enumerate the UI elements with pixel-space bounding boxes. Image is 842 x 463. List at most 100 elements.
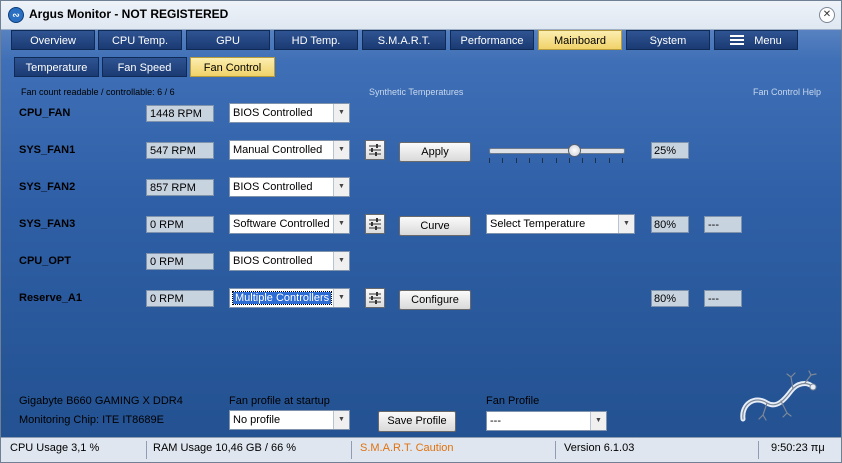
status-separator — [758, 441, 759, 459]
tab-mainboard[interactable]: Mainboard — [538, 30, 622, 50]
save-profile-button[interactable]: Save Profile — [378, 411, 456, 432]
app-icon: ∾ — [8, 7, 24, 23]
slider-tick — [622, 158, 623, 163]
fan-mode-select[interactable]: BIOS Controlled ▼ — [229, 251, 350, 271]
status-separator — [555, 441, 556, 459]
fan-name: SYS_FAN3 — [19, 218, 76, 230]
status-bar: CPU Usage 3,1 % RAM Usage 10,46 GB / 66 … — [1, 437, 841, 462]
clock: 9:50:23 πμ — [771, 442, 825, 454]
slider-tick — [609, 158, 610, 163]
chevron-down-icon: ▼ — [333, 141, 349, 159]
slider-tick — [529, 158, 530, 163]
fan-mode-value: Software Controlled — [233, 218, 330, 230]
curve-button[interactable]: Curve — [399, 216, 471, 236]
chevron-down-icon: ▼ — [590, 412, 606, 430]
subtab-temperature[interactable]: Temperature — [14, 57, 99, 77]
startup-profile-value: No profile — [233, 414, 281, 426]
tab-overview[interactable]: Overview — [11, 30, 95, 50]
fan-mode-value: Manual Controlled — [233, 144, 323, 156]
chevron-down-icon: ▼ — [333, 252, 349, 270]
tab-gpu[interactable]: GPU — [186, 30, 270, 50]
tab-smart[interactable]: S.M.A.R.T. — [362, 30, 446, 50]
slider-tick — [542, 158, 543, 163]
startup-profile-label: Fan profile at startup — [229, 395, 330, 407]
gecko-logo — [740, 370, 817, 422]
fan-extra-value: --- — [704, 290, 742, 307]
fan-rpm: 1448 RPM — [146, 105, 214, 122]
tab-hd-temp[interactable]: HD Temp. — [274, 30, 358, 50]
version-label: Version 6.1.03 — [564, 442, 635, 454]
board-name: Gigabyte B660 GAMING X DDR4 — [19, 395, 183, 407]
fan-name: CPU_OPT — [19, 255, 71, 267]
fan-rpm: 857 RPM — [146, 179, 214, 196]
fan-settings-button[interactable] — [365, 288, 385, 308]
fan-mode-select[interactable]: BIOS Controlled ▼ — [229, 177, 350, 197]
slider-tick — [556, 158, 557, 163]
sliders-icon — [369, 292, 381, 304]
startup-profile-select[interactable]: No profile ▼ — [229, 410, 350, 430]
slider-ticks — [489, 158, 624, 163]
fan-count-label: Fan count readable / controllable: 6 / 6 — [21, 87, 175, 97]
ram-usage: RAM Usage 10,46 GB / 66 % — [153, 442, 297, 454]
app-window: ∾ Argus Monitor - NOT REGISTERED ✕ Overv… — [0, 0, 842, 463]
fan-mode-value: BIOS Controlled — [233, 107, 313, 119]
temperature-source-select[interactable]: Select Temperature ▼ — [486, 214, 635, 234]
close-icon: ✕ — [822, 9, 832, 20]
status-separator — [146, 441, 147, 459]
subtab-fan-speed[interactable]: Fan Speed — [102, 57, 187, 77]
window-title: Argus Monitor - NOT REGISTERED — [29, 7, 229, 21]
fan-rpm: 0 RPM — [146, 290, 214, 307]
fan-name: CPU_FAN — [19, 107, 71, 119]
fan-profile-select[interactable]: --- ▼ — [486, 411, 607, 431]
menu-icon — [730, 35, 745, 45]
subtab-fan-control[interactable]: Fan Control — [190, 57, 275, 77]
slider-tick — [489, 158, 490, 163]
fan-mode-select[interactable]: Manual Controlled ▼ — [229, 140, 350, 160]
smart-status[interactable]: S.M.A.R.T. Caution — [360, 442, 454, 454]
fan-percent: 80% — [651, 216, 689, 233]
sliders-icon — [369, 218, 381, 230]
chevron-down-icon: ▼ — [333, 104, 349, 122]
fan-profile-label: Fan Profile — [486, 395, 540, 407]
fan-name: Reserve_A1 — [19, 292, 82, 304]
fan-name: SYS_FAN1 — [19, 144, 76, 156]
slider-tick — [502, 158, 503, 163]
close-button[interactable]: ✕ — [819, 7, 835, 23]
fan-mode-select[interactable]: BIOS Controlled ▼ — [229, 103, 350, 123]
cpu-usage: CPU Usage 3,1 % — [10, 442, 100, 454]
fan-speed-slider[interactable] — [489, 144, 625, 164]
fan-profile-value: --- — [490, 415, 501, 427]
fan-mode-select[interactable]: Multiple Controllers ▼ — [229, 288, 350, 308]
slider-tick — [569, 158, 570, 163]
chevron-down-icon: ▼ — [333, 178, 349, 196]
tab-system[interactable]: System — [626, 30, 710, 50]
status-separator — [351, 441, 352, 459]
chevron-down-icon: ▼ — [618, 215, 634, 233]
fan-settings-button[interactable] — [365, 214, 385, 234]
fan-mode-value: BIOS Controlled — [233, 255, 313, 267]
fan-extra-value: --- — [704, 216, 742, 233]
fan-control-help-link[interactable]: Fan Control Help — [753, 87, 821, 97]
synthetic-temperatures-link[interactable]: Synthetic Temperatures — [369, 87, 463, 97]
slider-track — [489, 148, 625, 154]
fan-rpm: 547 RPM — [146, 142, 214, 159]
fan-rpm: 0 RPM — [146, 216, 214, 233]
apply-button[interactable]: Apply — [399, 142, 471, 162]
fan-mode-value: Multiple Controllers — [231, 291, 333, 305]
fan-rpm: 0 RPM — [146, 253, 214, 270]
configure-button[interactable]: Configure — [399, 290, 471, 310]
chevron-down-icon: ▼ — [333, 411, 349, 429]
slider-tick — [595, 158, 596, 163]
slider-tick — [516, 158, 517, 163]
title-bar: ∾ Argus Monitor - NOT REGISTERED ✕ — [1, 1, 841, 30]
slider-tick — [582, 158, 583, 163]
tab-performance[interactable]: Performance — [450, 30, 534, 50]
fan-mode-select[interactable]: Software Controlled ▼ — [229, 214, 350, 234]
chevron-down-icon: ▼ — [333, 215, 349, 233]
fan-settings-button[interactable] — [365, 140, 385, 160]
menu-label: Menu — [754, 35, 782, 47]
tab-cpu-temp[interactable]: CPU Temp. — [98, 30, 182, 50]
tab-menu[interactable]: Menu — [714, 30, 798, 50]
slider-thumb[interactable] — [568, 144, 581, 157]
fan-percent: 25% — [651, 142, 689, 159]
